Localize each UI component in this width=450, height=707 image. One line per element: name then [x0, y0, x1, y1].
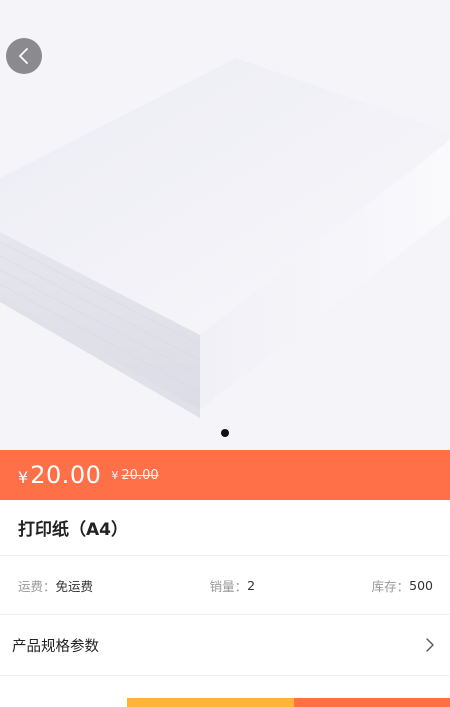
original-price: ¥ 20.00	[111, 468, 158, 483]
specs-row[interactable]: 产品规格参数	[0, 615, 450, 676]
stock-value: 500	[409, 577, 433, 593]
product-meta-row: 运费： 免运费 销量： 2 库存： 500	[0, 556, 450, 615]
product-detail-page: ¥ 20.00 ¥ 20.00 打印纸（A4） 运费： 免运费 销量： 2 库存…	[0, 0, 450, 707]
sales-label: 销量：	[209, 578, 248, 594]
stock-label: 库存：	[371, 578, 410, 594]
shipping-value: 免运费	[55, 578, 94, 594]
product-image	[0, 0, 450, 450]
sales-value: 2	[247, 577, 256, 593]
price-currency: ¥	[18, 468, 29, 487]
chevron-right-icon	[424, 637, 436, 653]
back-button[interactable]	[6, 38, 42, 74]
bottom-bar-left	[0, 698, 127, 707]
original-price-currency: ¥	[111, 468, 119, 482]
stock-info: 库存： 500	[372, 576, 433, 595]
product-title: 打印纸（A4）	[18, 520, 128, 540]
product-title-row: 打印纸（A4）	[0, 500, 450, 556]
original-price-value: 20.00	[121, 467, 159, 483]
carousel-indicator	[0, 429, 450, 437]
bottom-action-bar	[0, 698, 450, 707]
current-price: ¥ 20.00	[18, 461, 101, 489]
buy-now-button[interactable]	[294, 698, 450, 707]
product-image-carousel[interactable]	[0, 0, 450, 450]
add-to-cart-button[interactable]	[127, 698, 294, 707]
carousel-dot-active[interactable]	[221, 429, 229, 437]
shipping-label: 运费：	[18, 578, 56, 594]
price-bar: ¥ 20.00 ¥ 20.00	[0, 450, 450, 500]
shipping-info: 运费： 免运费	[18, 576, 93, 595]
sales-info: 销量： 2	[210, 576, 255, 595]
specs-label: 产品规格参数	[12, 638, 99, 655]
chevron-left-icon	[19, 48, 28, 64]
price-value: 20.00	[30, 461, 102, 489]
